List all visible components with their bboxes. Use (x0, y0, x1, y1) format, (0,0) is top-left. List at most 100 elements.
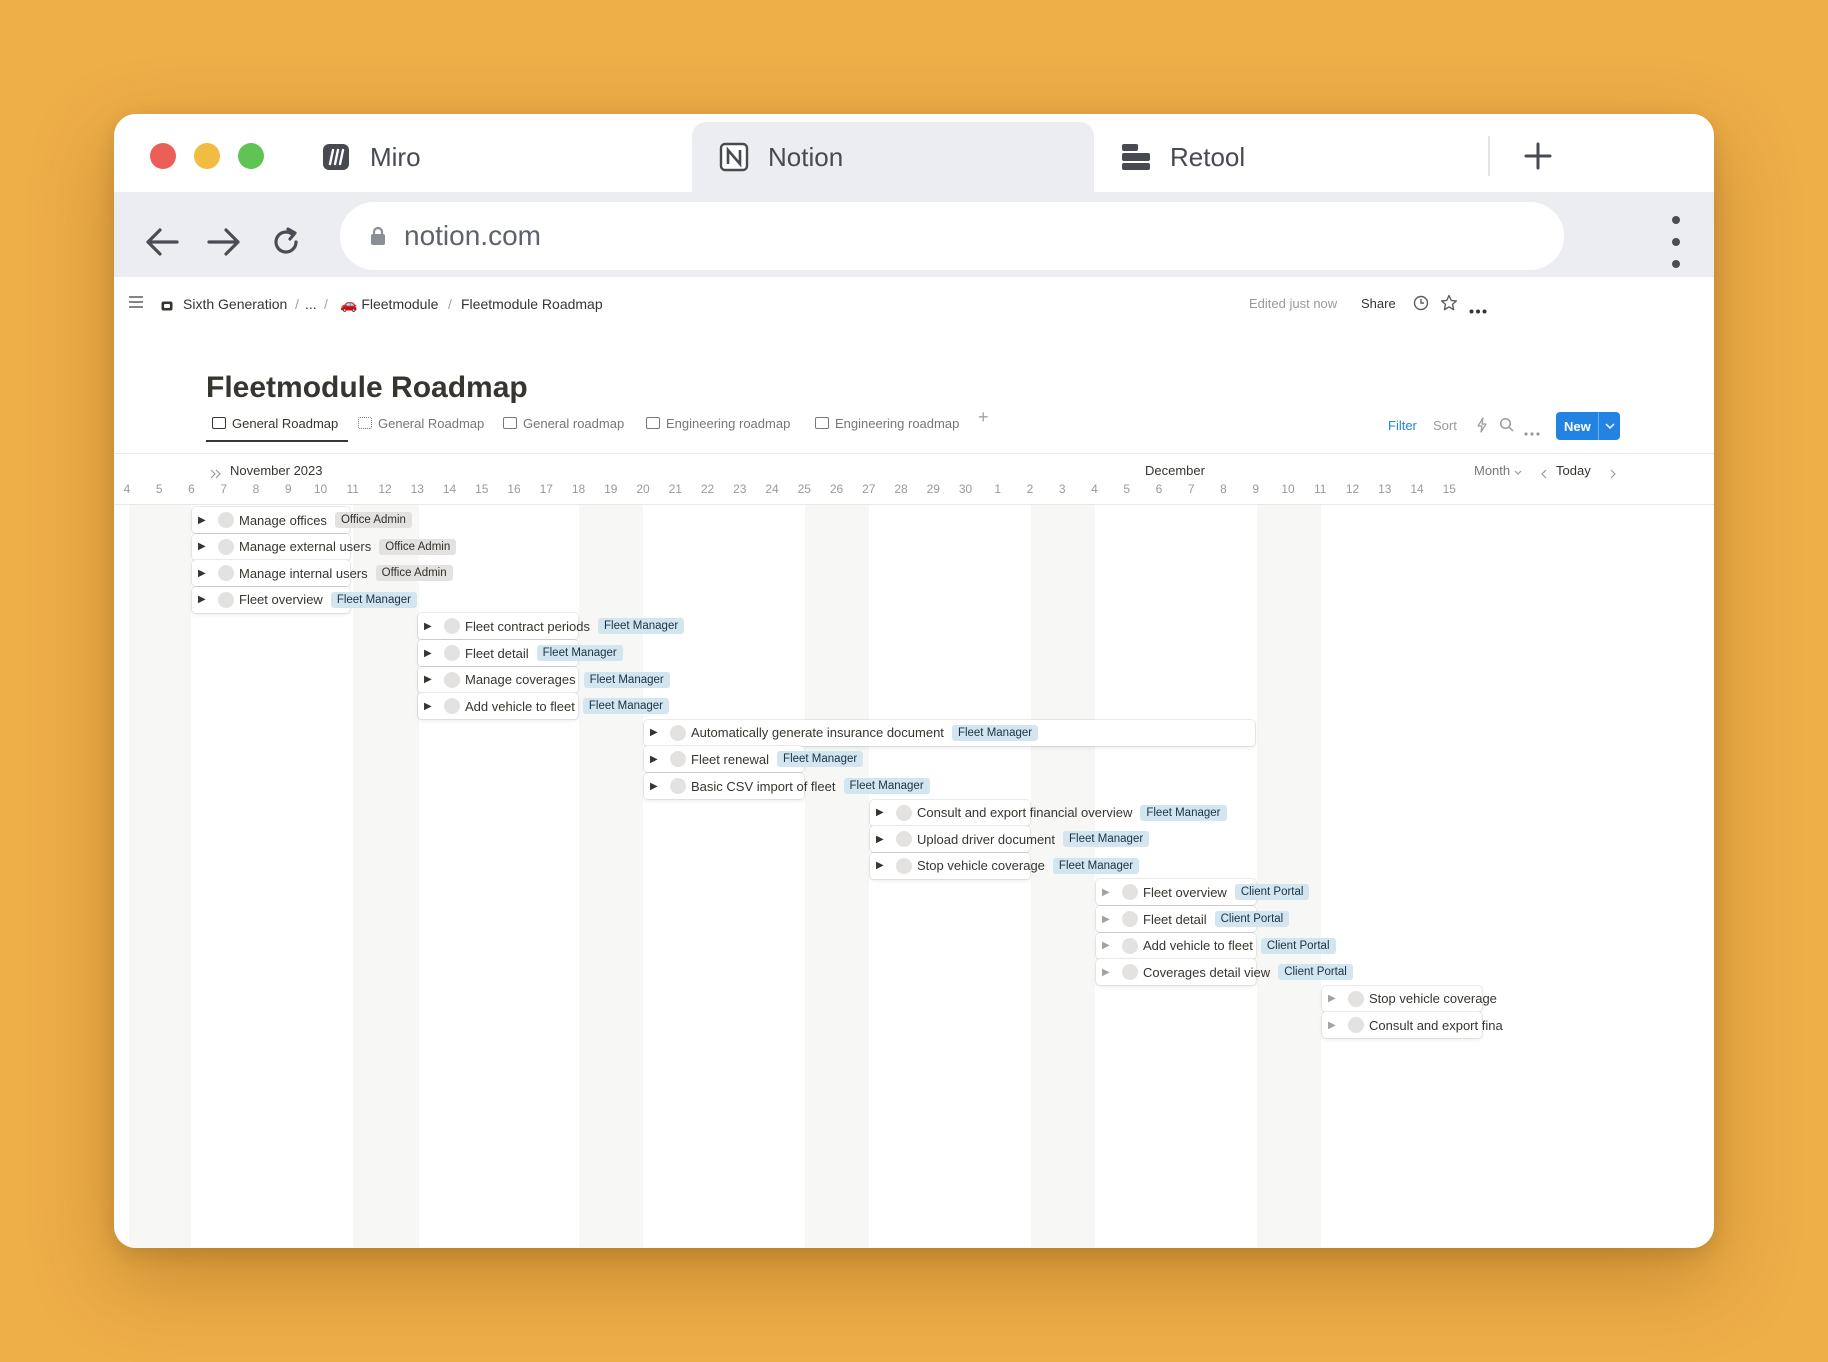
expand-triangle-icon[interactable]: ▶ (198, 541, 210, 552)
expand-triangle-icon[interactable]: ▶ (876, 834, 888, 845)
scale-label: Month (1474, 463, 1511, 478)
timeline-item[interactable]: ▶ Coverages detail view Client Portal (1102, 959, 1353, 985)
task-name: Consult and export fina (1369, 1017, 1503, 1033)
task-name: Manage internal users (239, 565, 368, 581)
day-label: 27 (862, 482, 876, 496)
breadcrumb-separator: / (324, 296, 328, 312)
timeline-item[interactable]: ▶ Consult and export financial overview Fl… (876, 800, 1227, 826)
expand-triangle-icon[interactable]: ▶ (876, 860, 888, 871)
close-window-button[interactable] (150, 143, 176, 169)
view-tab-general-roadmap-table[interactable]: General roadmap (503, 408, 624, 438)
search-icon[interactable] (1499, 417, 1515, 438)
filter-button[interactable]: Filter (1388, 418, 1417, 433)
history-icon[interactable] (1413, 295, 1429, 314)
today-button[interactable]: Today (1556, 463, 1591, 478)
expand-triangle-icon[interactable]: ▶ (1102, 967, 1114, 978)
breadcrumb-ellipsis[interactable]: ... (305, 296, 317, 312)
new-button[interactable]: New (1556, 412, 1620, 440)
timeline-item[interactable]: ▶ Manage offices Office Admin (198, 507, 412, 533)
expand-triangle-icon[interactable]: ▶ (1102, 940, 1114, 951)
new-tab-button[interactable] (1516, 134, 1560, 178)
expand-triangle-icon[interactable]: ▶ (198, 594, 210, 605)
timeline-item[interactable]: ▶ Add vehicle to fleet Client Portal (1102, 933, 1336, 959)
task-tag: Office Admin (379, 538, 457, 555)
timeline-item[interactable]: ▶ Fleet contract periods Fleet Manager (424, 613, 685, 639)
chevron-down-icon[interactable] (1599, 421, 1620, 432)
expand-triangle-icon[interactable]: ▶ (1102, 887, 1114, 898)
view-options-icon[interactable] (1524, 423, 1540, 441)
timeline-item[interactable]: ▶ Manage internal users Office Admin (198, 560, 453, 586)
expand-triangle-icon[interactable]: ▶ (1102, 914, 1114, 925)
favorite-star-icon[interactable] (1440, 294, 1458, 315)
view-tab-engineering-roadmap-board[interactable]: Engineering roadmap (646, 408, 790, 438)
breadcrumb-workspace[interactable]: Sixth Generation (183, 296, 287, 312)
tab-notion[interactable]: Notion (692, 122, 1094, 192)
back-button[interactable] (138, 218, 186, 266)
day-label: 1 (994, 482, 1002, 496)
day-label: 10 (1281, 482, 1295, 496)
view-tab-general-roadmap-gallery[interactable]: General Roadmap (358, 408, 484, 438)
status-circle-icon (444, 671, 460, 688)
day-label: 18 (571, 482, 586, 496)
sort-button[interactable]: Sort (1433, 418, 1457, 433)
timeline-item[interactable]: ▶ Stop vehicle coverage (1328, 986, 1505, 1012)
tab-label: Miro (370, 141, 421, 172)
day-label: 28 (894, 482, 908, 496)
status-circle-icon (1348, 990, 1364, 1007)
view-tab-general-roadmap-timeline[interactable]: General Roadmap (212, 408, 338, 438)
address-bar[interactable]: notion.com (340, 202, 1564, 270)
task-name: Fleet overview (1143, 884, 1227, 900)
expand-triangle-icon[interactable]: ▶ (650, 754, 662, 765)
more-options-icon[interactable] (1469, 301, 1487, 317)
expand-triangle-icon[interactable]: ▶ (1328, 1020, 1340, 1031)
expand-triangle-icon[interactable]: ▶ (650, 727, 662, 738)
day-label: 20 (636, 482, 650, 496)
share-button[interactable]: Share (1361, 296, 1396, 311)
day-label: 14 (442, 482, 457, 496)
timeline-item[interactable]: ▶ Fleet detail Fleet Manager (424, 640, 623, 666)
expand-triangle-icon[interactable]: ▶ (198, 568, 210, 579)
day-label: 3 (1058, 482, 1066, 496)
expand-triangle-icon[interactable]: ▶ (198, 515, 210, 526)
expand-triangle-icon[interactable]: ▶ (424, 674, 436, 685)
expand-triangle-icon[interactable]: ▶ (876, 807, 888, 818)
expand-triangle-icon[interactable]: ▶ (424, 701, 436, 712)
status-circle-icon (1348, 1017, 1364, 1034)
add-view-button[interactable]: + (978, 407, 989, 428)
timeline-item[interactable]: ▶ Manage external users Office Admin (198, 534, 457, 560)
automation-lightning-icon[interactable] (1476, 417, 1488, 438)
scale-selector[interactable]: Month (1474, 463, 1522, 478)
day-label: 21 (668, 482, 682, 496)
status-circle-icon (444, 618, 460, 635)
status-circle-icon (218, 565, 234, 582)
timeline-item[interactable]: ▶ Fleet overview Fleet Manager (198, 587, 417, 613)
timeline-item[interactable]: ▶ Consult and export fina (1328, 1012, 1511, 1038)
expand-triangle-icon[interactable]: ▶ (424, 621, 436, 632)
timeline-item[interactable]: ▶ Fleet overview Client Portal (1102, 879, 1310, 905)
maximize-window-button[interactable] (238, 143, 264, 169)
breadcrumb-parent[interactable]: 🚗 Fleetmodule (340, 296, 438, 313)
timeline-item[interactable]: ▶ Stop vehicle coverage Fleet Manager (876, 853, 1140, 879)
expand-triangle-icon[interactable]: ▶ (650, 781, 662, 792)
tab-retool[interactable]: Retool (1094, 122, 1484, 192)
breadcrumb-current[interactable]: Fleetmodule Roadmap (461, 296, 603, 312)
expand-triangle-icon[interactable]: ▶ (1328, 993, 1340, 1004)
reload-button[interactable] (262, 218, 310, 266)
forward-button[interactable] (200, 218, 248, 266)
task-tag: Office Admin (334, 512, 412, 528)
timeline-item[interactable]: ▶ Upload driver document Fleet Manager (876, 826, 1150, 852)
timeline-item[interactable]: ▶ Add vehicle to fleet Fleet Manager (424, 693, 670, 719)
weekend-column (1257, 505, 1321, 1248)
sidebar-toggle-icon[interactable] (128, 295, 144, 312)
view-tab-engineering-roadmap-table[interactable]: Engineering roadmap (815, 408, 959, 438)
minimize-window-button[interactable] (194, 143, 220, 169)
timeline-item[interactable]: ▶ Manage coverages Fleet Manager (424, 667, 670, 693)
lock-icon (371, 226, 385, 245)
timeline-item[interactable]: ▶ Fleet renewal Fleet Manager (650, 746, 864, 772)
day-label: 8 (252, 482, 260, 496)
browser-menu-button[interactable] (1666, 216, 1686, 268)
timeline-item[interactable]: ▶ Basic CSV import of fleet Fleet Manager (650, 773, 930, 799)
timeline-item[interactable]: ▶ Automatically generate insurance docume… (650, 720, 1039, 746)
timeline-item[interactable]: ▶ Fleet detail Client Portal (1102, 906, 1290, 932)
expand-triangle-icon[interactable]: ▶ (424, 648, 436, 659)
